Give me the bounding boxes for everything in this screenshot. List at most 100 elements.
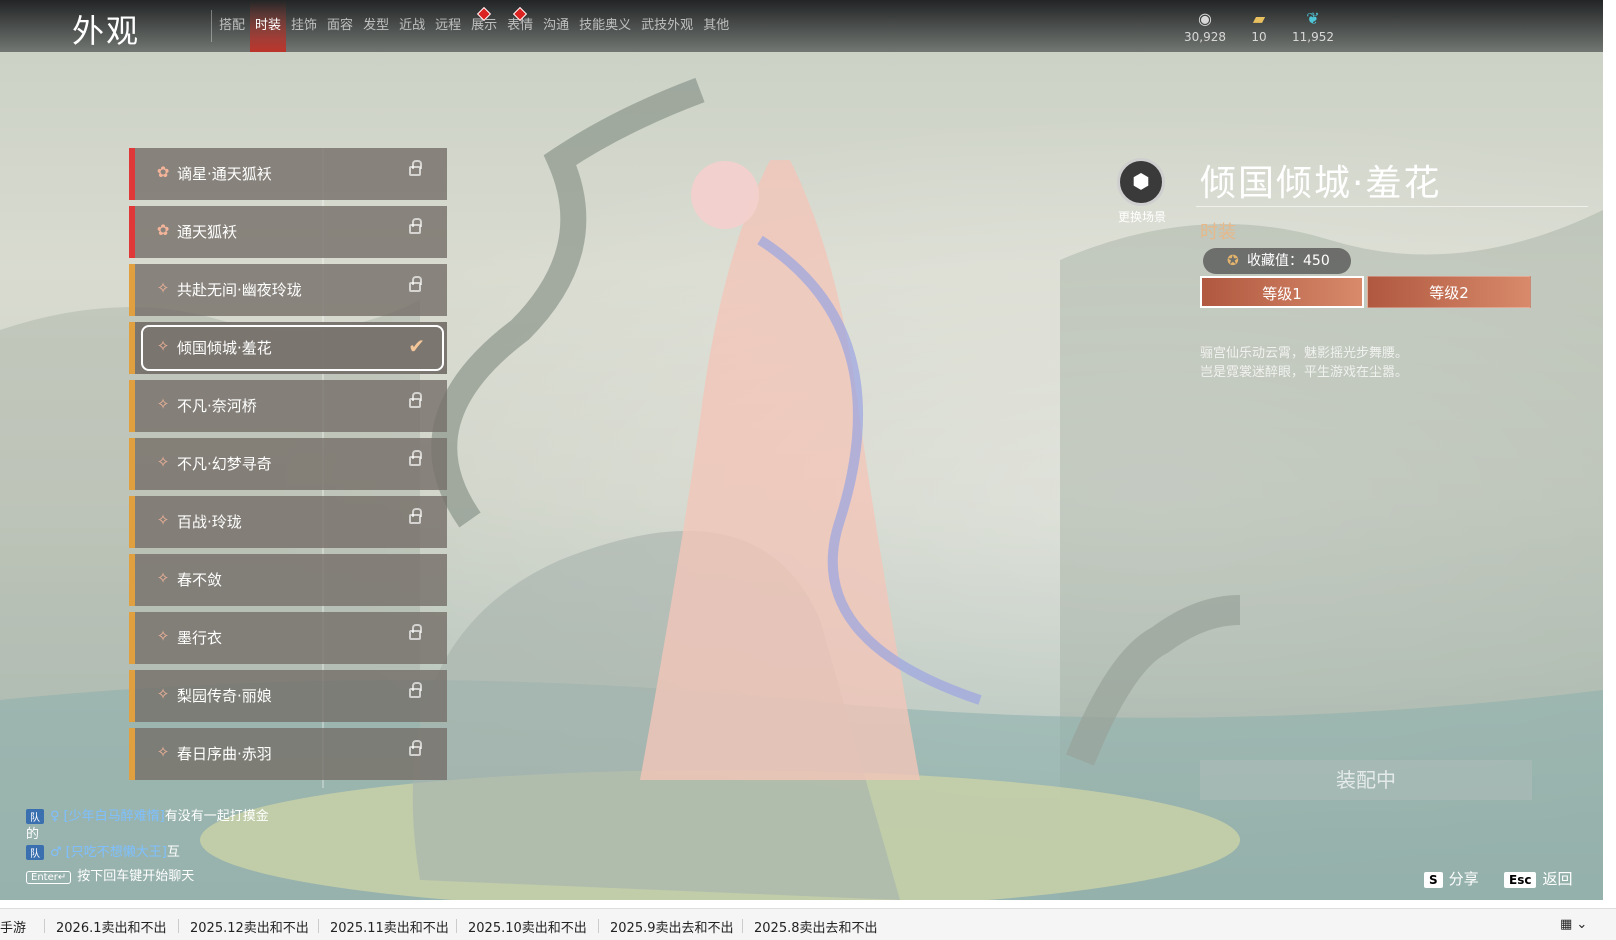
chat-username[interactable]: [少年白马醉难惰] (64, 809, 165, 824)
collection-icon: ✪ (1227, 253, 1239, 269)
s-key-icon: S (1424, 872, 1443, 888)
outfit-name: 不凡·奈河桥 (177, 397, 257, 415)
ticket-icon: ▰ (1252, 9, 1266, 28)
back-label: 返回 (1542, 870, 1573, 888)
divider (742, 919, 743, 933)
tab-guashi[interactable]: 挂饰 (286, 0, 322, 52)
divider (598, 919, 599, 933)
outfit-name: 通天狐袄 (177, 223, 238, 241)
sheet-tab[interactable]: 手游 (0, 917, 26, 936)
cube-icon: ⬢ (1132, 169, 1150, 193)
grid-view-icon[interactable]: ▦ ⌄ (1560, 917, 1587, 932)
tab-wuji[interactable]: 武技外观 (636, 0, 698, 52)
tab-shizhuang[interactable]: 时装 (250, 0, 287, 52)
lock-icon (409, 624, 422, 640)
list-item[interactable]: ✧ 百战·玲珑 (129, 496, 447, 548)
lock-icon (409, 276, 422, 292)
chat-message-continued: 的 (26, 827, 40, 842)
outfit-name: 墨行衣 (177, 629, 223, 647)
equip-button[interactable]: 装配中 (1200, 760, 1532, 800)
tab-goutong[interactable]: 沟通 (538, 0, 574, 52)
enter-hint-text: 按下回车键开始聊天 (77, 869, 195, 884)
chat-text: 有没有一起打摸金 (164, 809, 269, 824)
divider (1196, 206, 1588, 207)
list-item-selected[interactable]: ✧ 倾国倾城·羞花 ✔ (129, 322, 447, 374)
rarity-star-icon: ✧ (156, 395, 170, 413)
collection-value: 收藏值：450 (1247, 253, 1330, 269)
currency-feather: ❦ 11,952 (1286, 8, 1340, 44)
tab-faxing[interactable]: 发型 (358, 0, 394, 52)
list-item[interactable]: ✧ 春日序曲·赤羽 (129, 728, 447, 780)
enter-key-icon: Enter↵ (26, 871, 72, 884)
rarity-star-icon: ✧ (156, 453, 170, 471)
list-item[interactable]: ✿ 通天狐袄 (129, 206, 447, 258)
level-selector: 等级1 等级2 (1200, 276, 1534, 308)
divider (318, 919, 319, 933)
chat-username[interactable]: [只吃不想懒大王] (66, 845, 167, 860)
sheet-tab[interactable]: 2026.1卖出和不出 (56, 917, 167, 936)
description-line: 岂是霓裳迷醉眼，平生游戏在尘嚣。 (1200, 365, 1409, 380)
sheet-tab[interactable]: 2025.8卖出去和不出 (754, 917, 878, 936)
share-button[interactable]: S 分享 (1424, 868, 1479, 889)
sheet-tab[interactable]: 2025.12卖出和不出 (190, 917, 309, 936)
level-1-button[interactable]: 等级1 (1200, 276, 1364, 308)
top-bar: 外观 搭配 时装 挂饰 面容 发型 近战 远程 展示 表情 沟通 技能奥义 武技… (0, 0, 1603, 52)
feather-icon: ❦ (1306, 9, 1320, 28)
list-item[interactable]: ✧ 不凡·奈河桥 (129, 380, 447, 432)
tab-mianrong[interactable]: 面容 (322, 0, 358, 52)
lock-icon (409, 682, 422, 698)
sheet-tab[interactable]: 2025.11卖出和不出 (330, 917, 449, 936)
divider (178, 919, 179, 933)
category-tabs: 搭配 时装 挂饰 面容 发型 近战 远程 展示 表情 沟通 技能奥义 武技外观 … (214, 0, 734, 52)
rarity-star-icon: ✧ (156, 279, 170, 297)
tab-dapei[interactable]: 搭配 (214, 0, 250, 52)
outfit-name: 共赴无间·幽夜玲珑 (177, 281, 302, 299)
chat-message: 队 ♂ [只吃不想懒大王]互 (26, 841, 180, 860)
tab-jineng[interactable]: 技能奥义 (574, 0, 636, 52)
level-2-button[interactable]: 等级2 (1367, 276, 1531, 308)
esc-key-icon: Esc (1504, 872, 1537, 888)
gender-icon: ♀ (50, 809, 60, 824)
outfit-name: 倾国倾城·羞花 (177, 339, 272, 357)
outfit-name: 不凡·幻梦寻奇 (177, 455, 272, 473)
divider (456, 919, 457, 933)
description-line: 骊宫仙乐动云霄，魅影摇光步舞腰。 (1200, 346, 1409, 361)
side-window-edge (1603, 0, 1616, 908)
list-item[interactable]: ✧ 春不敛 (129, 554, 447, 606)
back-button[interactable]: Esc 返回 (1504, 868, 1572, 889)
currency-value: 30,928 (1184, 30, 1226, 44)
rarity-flower-icon: ✿ (156, 221, 170, 239)
sheet-tab-bar: 手游 2026.1卖出和不出 2025.12卖出和不出 2025.11卖出和不出… (0, 908, 1616, 940)
outfit-list: ✿ 谪星·通天狐袄 ✿ 通天狐袄 ✧ 共赴无间·幽夜玲珑 ✧ 倾国倾城·羞花 ✔… (129, 148, 447, 798)
rarity-star-icon: ✧ (156, 569, 170, 587)
outfit-title: 倾国倾城·羞花 (1200, 163, 1442, 204)
list-item[interactable]: ✧ 梨园传奇·丽娘 (129, 670, 447, 722)
tab-zhanshi[interactable]: 展示 (466, 0, 502, 52)
sheet-tab[interactable]: 2025.9卖出去和不出 (610, 917, 734, 936)
currency-jade: ◉ 30,928 (1178, 8, 1232, 44)
tab-yuancheng[interactable]: 远程 (430, 0, 466, 52)
collection-value-badge: ✪ 收藏值：450 (1203, 248, 1351, 274)
divider (44, 919, 45, 933)
tab-biaoqing[interactable]: 表情 (502, 0, 538, 52)
list-item[interactable]: ✧ 墨行衣 (129, 612, 447, 664)
chat-text: 互 (166, 845, 180, 860)
list-item[interactable]: ✧ 共赴无间·幽夜玲珑 (129, 264, 447, 316)
tab-jinzhan[interactable]: 近战 (394, 0, 430, 52)
chat-input-hint[interactable]: Enter↵ 按下回车键开始聊天 (26, 865, 194, 884)
lock-icon (409, 740, 422, 756)
outfit-name: 百战·玲珑 (177, 513, 242, 531)
list-item[interactable]: ✿ 谪星·通天狐袄 (129, 148, 447, 200)
tab-qita[interactable]: 其他 (698, 0, 734, 52)
rarity-star-icon: ✧ (156, 685, 170, 703)
change-scene-button[interactable]: ⬢ (1117, 158, 1165, 206)
share-label: 分享 (1448, 870, 1479, 888)
lock-icon (409, 450, 422, 466)
outfit-name: 春日序曲·赤羽 (177, 745, 272, 763)
jade-coin-icon: ◉ (1198, 9, 1212, 28)
sheet-tab[interactable]: 2025.10卖出和不出 (468, 917, 587, 936)
currency-ticket: ▰ 10 (1232, 8, 1286, 44)
checkmark-icon: ✔ (408, 334, 425, 358)
list-item[interactable]: ✧ 不凡·幻梦寻奇 (129, 438, 447, 490)
rarity-star-icon: ✧ (156, 743, 170, 761)
